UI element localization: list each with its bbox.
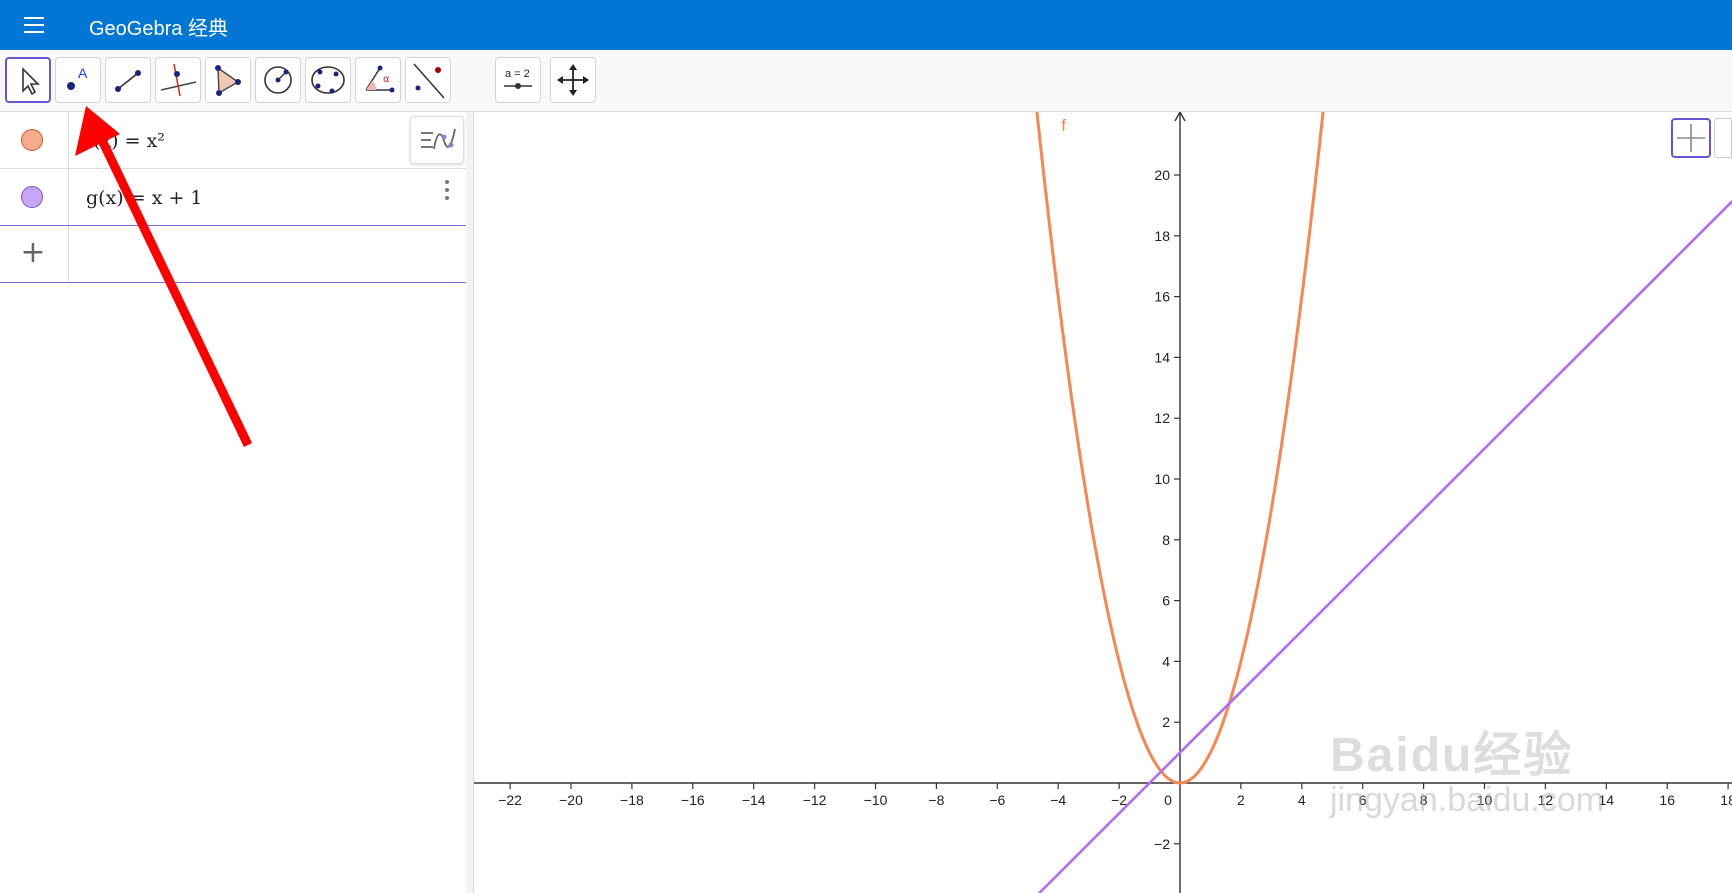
- algebra-row-f[interactable]: f(x) = x²: [0, 112, 466, 169]
- function-g-line: [1037, 199, 1732, 893]
- panel-divider[interactable]: [466, 112, 474, 893]
- angle-tool-label: α: [383, 74, 390, 85]
- x-tick-label: 8: [1420, 792, 1428, 808]
- y-tick-label: 4: [1162, 653, 1170, 669]
- algebra-view: f(x) = x² g(x) = x + 1 +: [0, 112, 467, 893]
- x-tick-label: 4: [1298, 792, 1306, 808]
- x-tick-label: −20: [559, 792, 583, 808]
- point-tool-label: A: [78, 65, 88, 81]
- algebra-style-bar-button[interactable]: [410, 116, 464, 164]
- y-tick-label: 2: [1162, 714, 1170, 730]
- x-tick-label: 0: [1164, 792, 1172, 808]
- conic-tool-button[interactable]: [305, 57, 351, 103]
- x-tick-label: −4: [1050, 792, 1066, 808]
- y-tick-label: 18: [1154, 228, 1170, 244]
- polygon-icon: [215, 65, 241, 96]
- more-options-icon[interactable]: [442, 178, 452, 204]
- y-tick-label: 20: [1154, 167, 1170, 183]
- perpendicular-line-tool-button[interactable]: [155, 57, 201, 103]
- x-tick-label: −18: [620, 792, 644, 808]
- function-f-label: f: [1061, 116, 1066, 135]
- marble-cell: [0, 112, 69, 168]
- x-tick-label: 16: [1659, 792, 1675, 808]
- x-tick-label: −8: [928, 792, 944, 808]
- visibility-toggle-g[interactable]: [21, 186, 43, 208]
- marble-cell: [0, 169, 69, 225]
- segment-icon: [115, 70, 141, 92]
- x-tick-label: 2: [1237, 792, 1245, 808]
- add-input-plus-icon[interactable]: +: [20, 236, 46, 270]
- x-tick-label: 10: [1477, 792, 1493, 808]
- x-tick-label: −2: [1111, 792, 1127, 808]
- y-tick-label: 6: [1162, 593, 1170, 609]
- x-tick-label: 12: [1538, 792, 1554, 808]
- y-tick-label: −2: [1154, 836, 1170, 852]
- move-tool-button[interactable]: [5, 57, 51, 103]
- graph-canvas[interactable]: −22 −20 −18 −16 −14 −12 −10 −8 −6 −4 −2 0 2 4 6 8 10 12 14…: [474, 112, 1732, 893]
- point-tool-button[interactable]: A: [55, 57, 101, 103]
- angle-tool-button[interactable]: α: [355, 57, 401, 103]
- graphics-menu-button[interactable]: [1714, 118, 1732, 158]
- algebra-description-icon: [421, 128, 456, 150]
- circle-center-icon: [264, 66, 292, 94]
- app-header: GeoGebra 经典: [0, 0, 1732, 50]
- algebra-expression-g[interactable]: g(x) = x + 1: [86, 187, 203, 209]
- x-tick-label: −16: [681, 792, 705, 808]
- move-graphics-view-tool-button[interactable]: [550, 57, 596, 103]
- algebra-input-row[interactable]: +: [0, 226, 466, 283]
- algebra-row-g[interactable]: g(x) = x + 1: [0, 169, 466, 226]
- point-icon: A: [67, 65, 88, 90]
- graphics-view[interactable]: −22 −20 −18 −16 −14 −12 −10 −8 −6 −4 −2 0 2 4 6 8 10 12 14…: [474, 112, 1732, 893]
- y-tick-label: 16: [1154, 289, 1170, 305]
- segment-tool-button[interactable]: [105, 57, 151, 103]
- perpendicular-line-icon: [160, 63, 197, 97]
- x-tick-label: −12: [803, 792, 827, 808]
- x-tick-label: −10: [864, 792, 888, 808]
- x-tick-label: 14: [1599, 792, 1615, 808]
- y-tick-label: 14: [1154, 349, 1170, 365]
- reflect-tool-button[interactable]: [405, 57, 451, 103]
- polygon-tool-button[interactable]: [205, 57, 251, 103]
- x-tick-label: 6: [1359, 792, 1367, 808]
- angle-icon: α: [365, 65, 395, 93]
- reflect-icon: [413, 63, 445, 99]
- x-tick-label: −6: [989, 792, 1005, 808]
- circle-tool-button[interactable]: [255, 57, 301, 103]
- slider-tool-label: a = 2: [505, 68, 530, 80]
- slider-tool-button[interactable]: a = 2: [495, 57, 541, 103]
- algebra-expression-f[interactable]: f(x) = x²: [86, 130, 165, 152]
- hamburger-menu-icon[interactable]: [22, 14, 46, 36]
- axes-icon: [1677, 124, 1705, 152]
- x-tick-label: −14: [742, 792, 766, 808]
- move-arrows-icon: [557, 64, 589, 96]
- slider-icon: a = 2: [504, 68, 532, 89]
- marble-cell: +: [0, 226, 69, 282]
- conic-icon: [311, 66, 345, 94]
- cursor-arrow-icon: [22, 67, 40, 96]
- x-tick-label: 18: [1720, 792, 1732, 808]
- y-tick-label: 8: [1162, 532, 1170, 548]
- y-tick-label: 12: [1154, 410, 1170, 426]
- y-tick-label: 10: [1154, 471, 1170, 487]
- app-title: GeoGebra 经典: [89, 18, 228, 40]
- x-tick-label: −22: [498, 792, 522, 808]
- graphics-style-button[interactable]: [1671, 118, 1711, 158]
- visibility-toggle-f[interactable]: [21, 129, 43, 151]
